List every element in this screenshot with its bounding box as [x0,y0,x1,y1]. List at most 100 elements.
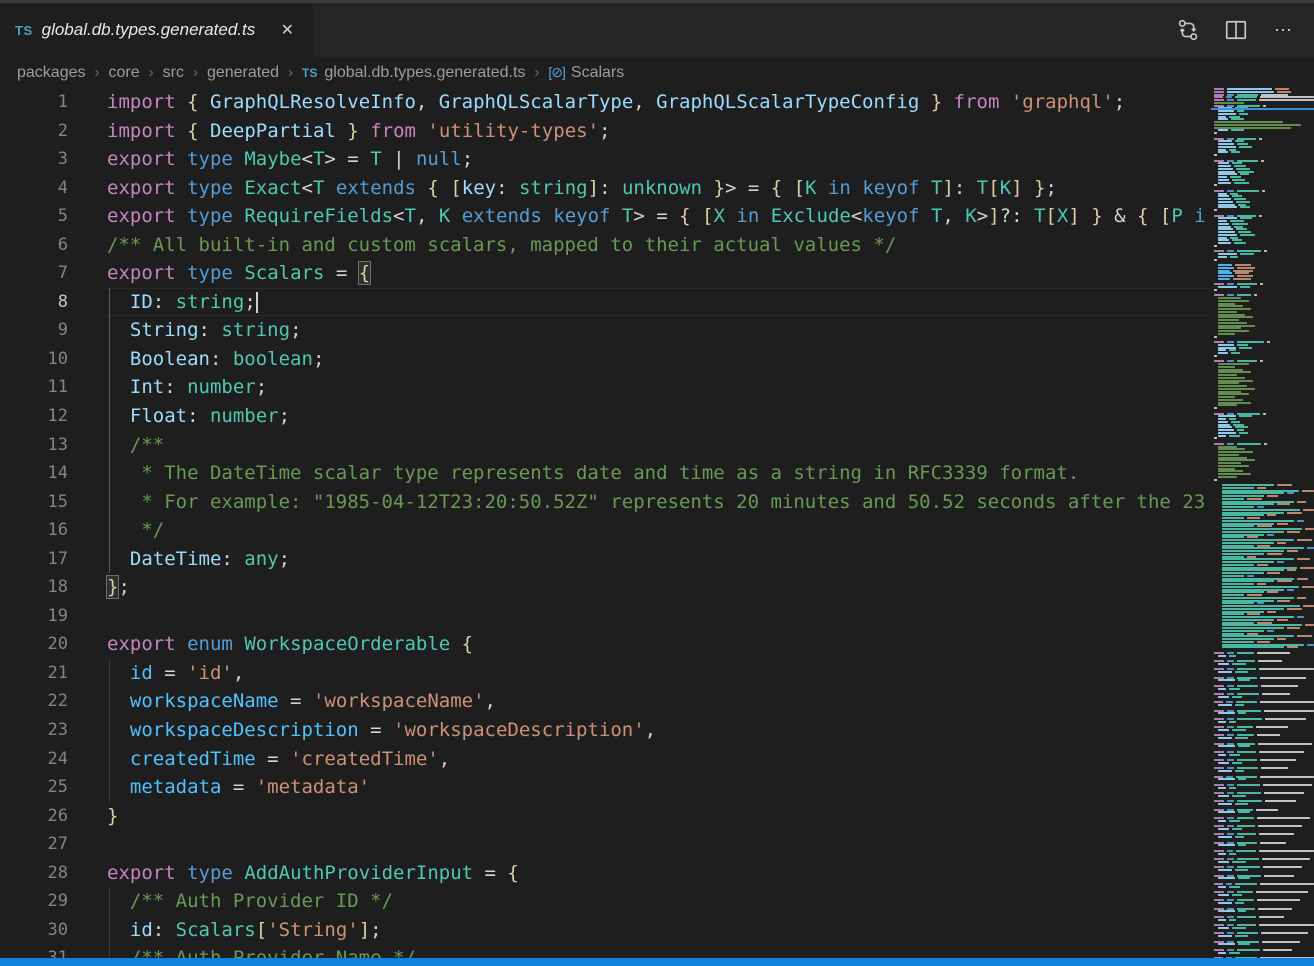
code-line[interactable]: export enum WorkspaceOrderable { [107,630,1211,659]
code-line[interactable]: Float: number; [107,402,1211,431]
code-line[interactable]: String: string; [107,316,1211,345]
code-line[interactable]: export type Maybe<T> = T | null; [107,145,1211,174]
more-actions-icon[interactable]: ⋯ [1272,18,1296,42]
line-number[interactable]: 11 [0,373,68,402]
code-line[interactable]: }; [107,573,1211,602]
code-line[interactable]: import { GraphQLResolveInfo, GraphQLScal… [107,88,1211,117]
code-token: ; [1114,91,1125,113]
line-number[interactable]: 1 [0,88,68,117]
breadcrumb-item-src[interactable]: src [163,64,184,82]
breadcrumb-separator: › [193,64,198,81]
line-number[interactable]: 25 [0,773,68,802]
typescript-file-icon: TS [15,23,33,38]
open-changes-icon[interactable] [1176,18,1200,42]
line-number[interactable]: 16 [0,516,68,545]
code-token [416,177,427,199]
code-line[interactable]: workspaceDescription = 'workspaceDescrip… [107,716,1211,745]
code-line[interactable]: Boolean: boolean; [107,345,1211,374]
code-line[interactable] [107,830,1211,859]
code-line[interactable]: workspaceName = 'workspaceName', [107,687,1211,716]
code-line[interactable]: createdTime = 'createdTime', [107,745,1211,774]
code-line[interactable]: * The DateTime scalar type represents da… [107,459,1211,488]
code-line[interactable]: } [107,802,1211,831]
code-token: ; [256,376,267,398]
line-number[interactable]: 12 [0,402,68,431]
line-number[interactable]: 3 [0,145,68,174]
line-number[interactable]: 27 [0,830,68,859]
code-token: T [931,205,942,227]
code-area[interactable]: import { GraphQLResolveInfo, GraphQLScal… [80,88,1211,958]
symbol-type-icon: [⊘] [548,64,565,81]
code-token: string [176,291,245,313]
code-token: i [1194,205,1205,227]
code-token: , [439,748,450,770]
code-token: ; [118,576,129,598]
line-number[interactable]: 21 [0,659,68,688]
code-line[interactable]: DateTime: any; [107,545,1211,574]
code-line[interactable]: */ [107,516,1211,545]
line-number[interactable]: 29 [0,887,68,916]
line-number[interactable]: 26 [0,802,68,831]
code-token: [ [1160,205,1171,227]
code-token [107,776,130,798]
code-line[interactable]: Int: number; [107,373,1211,402]
breadcrumb-item-generated[interactable]: generated [207,64,279,82]
line-number[interactable]: 15 [0,488,68,517]
line-number[interactable]: 14 [0,459,68,488]
code-line[interactable]: /** All built-in and custom scalars, map… [107,231,1211,260]
code-line[interactable]: export type AddAuthProviderInput = { [107,859,1211,888]
code-line[interactable]: /** Auth Provider Name */ [107,944,1211,958]
line-number[interactable]: 10 [0,345,68,374]
breadcrumb-item-core[interactable]: core [109,64,140,82]
line-number[interactable]: 7 [0,259,68,288]
code-line[interactable]: export type Scalars = { [107,259,1211,288]
code-token: [ [794,177,805,199]
breadcrumb-item-packages[interactable]: packages [17,64,86,82]
line-number[interactable]: 28 [0,859,68,888]
line-number[interactable]: 17 [0,545,68,574]
line-number[interactable]: 20 [0,630,68,659]
gutter[interactable]: 1234567891011121314151617181920212223242… [0,88,68,958]
line-number[interactable]: 31 [0,944,68,958]
line-number[interactable]: 18 [0,573,68,602]
code-line[interactable]: /** [107,431,1211,460]
code-token: 'workspaceDescription' [393,719,645,741]
code-editor[interactable]: 1234567891011121314151617181920212223242… [0,88,1314,958]
line-number[interactable]: 9 [0,316,68,345]
code-line[interactable]: export type Exact<T extends { [key: stri… [107,174,1211,203]
tab-global-db-types-generated-ts[interactable]: TS global.db.types.generated.ts ✕ [0,3,313,57]
breadcrumb-item-file[interactable]: global.db.types.generated.ts [324,64,525,82]
code-token: DateTime [130,548,222,570]
code-token: */ [107,519,164,541]
split-editor-icon[interactable] [1224,18,1248,42]
line-number[interactable]: 24 [0,745,68,774]
line-number[interactable]: 19 [0,602,68,631]
code-token: metadata [130,776,222,798]
code-line[interactable]: * For example: "1985-04-12T23:20:50.52Z"… [107,488,1211,517]
code-line[interactable]: ID: string; [107,288,1211,317]
code-line[interactable]: import { DeepPartial } from 'utility-typ… [107,117,1211,146]
code-line[interactable]: id: Scalars['String']; [107,916,1211,945]
code-token: ; [462,148,473,170]
code-line[interactable]: metadata = 'metadata' [107,773,1211,802]
code-line[interactable]: id = 'id', [107,659,1211,688]
code-line[interactable] [107,602,1211,631]
line-number[interactable]: 2 [0,117,68,146]
breadcrumb-item-symbol[interactable]: Scalars [571,64,624,82]
code-token [107,348,130,370]
minimap[interactable] [1211,88,1314,958]
close-icon[interactable]: ✕ [278,18,297,42]
line-number[interactable]: 4 [0,174,68,203]
code-token [542,205,553,227]
code-line[interactable]: export type RequireFields<T, K extends k… [107,202,1211,231]
line-number[interactable]: 13 [0,431,68,460]
line-number[interactable]: 30 [0,916,68,945]
line-number[interactable]: 22 [0,687,68,716]
line-number[interactable]: 23 [0,716,68,745]
line-number[interactable]: 8 [0,288,68,317]
minimap-content [1211,88,1314,958]
line-number[interactable]: 6 [0,231,68,260]
code-token: Boolean [130,348,210,370]
line-number[interactable]: 5 [0,202,68,231]
code-line[interactable]: /** Auth Provider ID */ [107,887,1211,916]
